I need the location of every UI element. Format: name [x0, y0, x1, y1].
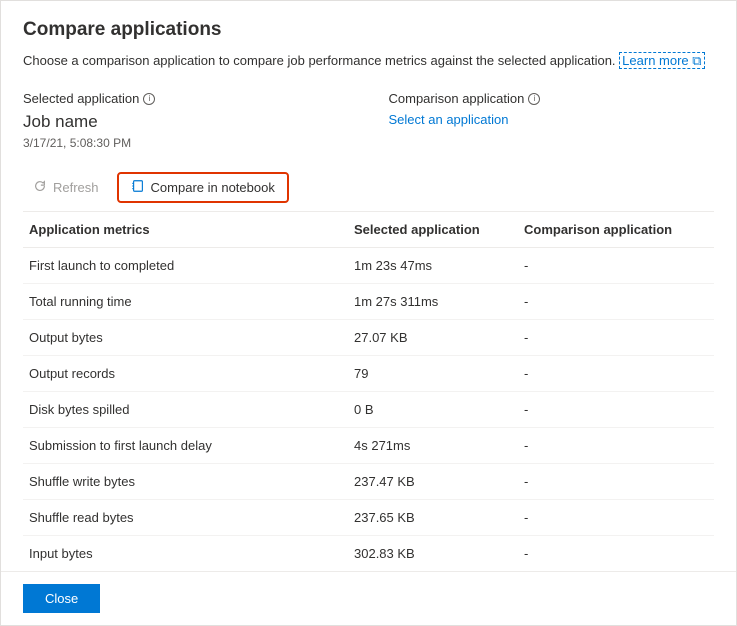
metric-comparison-value: - — [524, 474, 708, 489]
metric-comparison-value: - — [524, 510, 708, 525]
metric-name: Input bytes — [29, 546, 354, 561]
metric-name: First launch to completed — [29, 258, 354, 273]
close-button[interactable]: Close — [23, 584, 100, 613]
refresh-label: Refresh — [53, 180, 99, 195]
table-row: Submission to first launch delay4s 271ms… — [23, 428, 714, 464]
select-application-link[interactable]: Select an application — [389, 112, 715, 127]
table-row: First launch to completed1m 23s 47ms- — [23, 248, 714, 284]
metric-name: Total running time — [29, 294, 354, 309]
metric-comparison-value: - — [524, 546, 708, 561]
panel-title: Compare applications — [23, 19, 714, 41]
metric-comparison-value: - — [524, 258, 708, 273]
metric-comparison-value: - — [524, 294, 708, 309]
external-link-icon: ⧉ — [692, 53, 701, 68]
metric-comparison-value: - — [524, 438, 708, 453]
metric-selected-value: 302.83 KB — [354, 546, 524, 561]
learn-more-link[interactable]: Learn more ⧉ — [619, 52, 704, 69]
job-name: Job name — [23, 112, 349, 132]
col-header-comparison: Comparison application — [524, 222, 708, 237]
metric-comparison-value: - — [524, 402, 708, 417]
table-row: Shuffle write bytes237.47 KB- — [23, 464, 714, 500]
table-row: Shuffle read bytes237.65 KB- — [23, 500, 714, 536]
table-row: Output records79- — [23, 356, 714, 392]
metric-name: Output bytes — [29, 330, 354, 345]
metric-selected-value: 0 B — [354, 402, 524, 417]
refresh-icon — [33, 179, 47, 196]
metric-name: Submission to first launch delay — [29, 438, 354, 453]
metrics-table: Application metrics Selected application… — [23, 212, 714, 571]
table-row: Input bytes302.83 KB- — [23, 536, 714, 571]
refresh-button[interactable]: Refresh — [23, 174, 109, 201]
metric-selected-value: 237.47 KB — [354, 474, 524, 489]
metric-name: Output records — [29, 366, 354, 381]
table-row: Disk bytes spilled0 B- — [23, 392, 714, 428]
metric-name: Shuffle read bytes — [29, 510, 354, 525]
metric-name: Disk bytes spilled — [29, 402, 354, 417]
col-header-metric: Application metrics — [29, 222, 354, 237]
notebook-icon — [131, 179, 145, 196]
metric-name: Shuffle write bytes — [29, 474, 354, 489]
metric-selected-value: 1m 27s 311ms — [354, 294, 524, 309]
selected-label: Selected application — [23, 91, 139, 106]
metric-selected-value: 79 — [354, 366, 524, 381]
comparison-application-section: Comparison application i Select an appli… — [389, 91, 715, 164]
col-header-selected: Selected application — [354, 222, 524, 237]
metric-comparison-value: - — [524, 330, 708, 345]
table-row: Output bytes27.07 KB- — [23, 320, 714, 356]
toolbar: Refresh Compare in notebook — [23, 172, 714, 212]
info-icon[interactable]: i — [528, 93, 540, 105]
panel-description: Choose a comparison application to compa… — [23, 53, 714, 69]
metric-selected-value: 27.07 KB — [354, 330, 524, 345]
metric-comparison-value: - — [524, 366, 708, 381]
timestamp: 3/17/21, 5:08:30 PM — [23, 136, 349, 150]
metric-selected-value: 1m 23s 47ms — [354, 258, 524, 273]
compare-label: Compare in notebook — [151, 180, 275, 195]
metric-selected-value: 237.65 KB — [354, 510, 524, 525]
info-icon[interactable]: i — [143, 93, 155, 105]
footer: Close — [1, 571, 736, 625]
selected-application-section: Selected application i Job name 3/17/21,… — [23, 91, 349, 164]
compare-in-notebook-button[interactable]: Compare in notebook — [117, 172, 289, 203]
metric-selected-value: 4s 271ms — [354, 438, 524, 453]
table-row: Total running time1m 27s 311ms- — [23, 284, 714, 320]
table-header: Application metrics Selected application… — [23, 212, 714, 248]
comparison-label: Comparison application — [389, 91, 525, 106]
description-text: Choose a comparison application to compa… — [23, 53, 619, 68]
